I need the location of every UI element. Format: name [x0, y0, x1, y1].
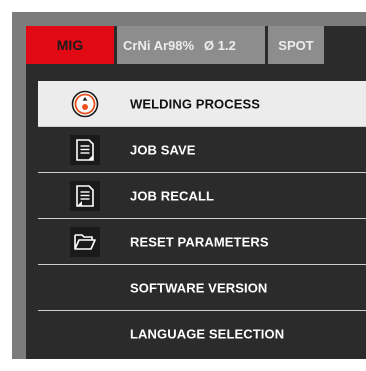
menu-item-label: WELDING PROCESS	[130, 96, 261, 111]
menu-item-label: JOB RECALL	[130, 188, 215, 203]
status-bar: MIG CrNi Ar98% Ø 1.2 SPOT	[26, 26, 366, 64]
menu-item-language-selection[interactable]: LANGUAGE SELECTION	[38, 311, 366, 357]
mode-label: MIG	[56, 37, 84, 53]
menu-item-label: LANGUAGE SELECTION	[130, 326, 285, 342]
spot-indicator: SPOT	[268, 26, 324, 64]
menu-item-label: JOB SAVE	[130, 142, 196, 157]
folder-open-icon	[70, 226, 100, 257]
wire-diameter-label: Ø 1.2	[204, 37, 236, 53]
gauge-dial-icon	[70, 89, 100, 119]
menu-item-label: RESET PARAMETERS	[130, 234, 269, 249]
menu-item-welding-process[interactable]: WELDING PROCESS	[38, 81, 366, 127]
material-gas-label: CrNi Ar98%	[123, 37, 195, 53]
menu-item-job-recall[interactable]: JOB RECALL	[38, 173, 366, 219]
menu-item-job-save[interactable]: JOB SAVE	[38, 127, 366, 173]
document-save-icon	[70, 134, 100, 165]
menu-item-label: SOFTWARE VERSION	[130, 280, 268, 295]
material-gas-indicator: CrNi Ar98% Ø 1.2	[117, 26, 265, 64]
setup-menu: WELDING PROCESS JOB SAVE JOB RECALL RESE…	[38, 81, 366, 357]
menu-item-software-version[interactable]: SOFTWARE VERSION	[38, 265, 366, 311]
spot-label: SPOT	[278, 37, 314, 53]
mode-indicator: MIG	[26, 26, 114, 64]
document-recall-icon	[70, 180, 100, 211]
menu-item-reset-parameters[interactable]: RESET PARAMETERS	[38, 219, 366, 265]
